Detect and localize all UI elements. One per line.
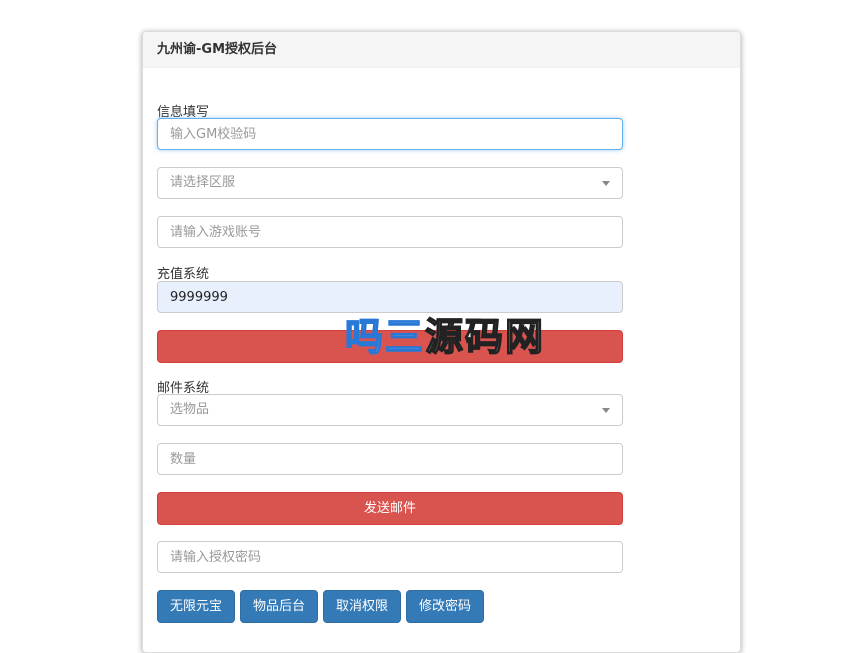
action-button-row: 无限元宝 物品后台 取消权限 修改密码	[157, 590, 485, 623]
item-select[interactable]: 选物品	[157, 394, 623, 426]
unlimited-gold-button[interactable]: 无限元宝	[157, 590, 236, 623]
server-select[interactable]: 请选择区服	[157, 167, 623, 199]
panel-title: 九州谕-GM授权后台	[143, 32, 740, 68]
auth-password-input[interactable]	[157, 541, 623, 573]
item-backend-button[interactable]: 物品后台	[240, 590, 319, 623]
chevron-down-icon	[602, 181, 610, 186]
change-password-button[interactable]: 修改密码	[406, 590, 485, 623]
account-input[interactable]	[157, 216, 623, 248]
revoke-permission-button[interactable]: 取消权限	[323, 590, 402, 623]
server-select-value: 请选择区服	[170, 175, 236, 190]
gm-panel: 九州谕-GM授权后台 信息填写 请选择区服 充值系统 邮件系统 选物品 发送邮件…	[142, 31, 741, 653]
item-select-value: 选物品	[170, 402, 210, 417]
recharge-section-label: 充值系统	[157, 267, 210, 282]
send-mail-button[interactable]: 发送邮件	[157, 492, 623, 525]
recharge-amount-input[interactable]	[157, 281, 623, 313]
gm-code-input[interactable]	[157, 118, 623, 150]
recharge-button[interactable]	[157, 330, 623, 363]
chevron-down-icon	[602, 408, 610, 413]
quantity-input[interactable]	[157, 443, 623, 475]
